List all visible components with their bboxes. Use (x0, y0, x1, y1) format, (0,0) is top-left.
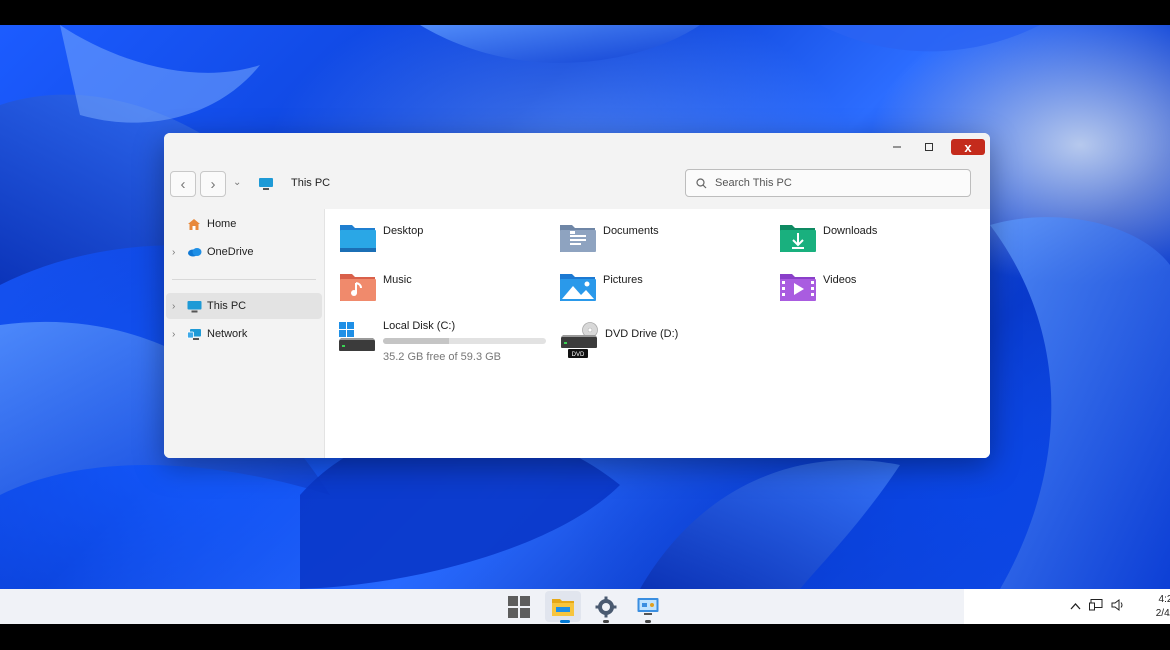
sidebar-item-onedrive[interactable]: › OneDrive (166, 239, 322, 265)
sidebar-item-label: Home (207, 218, 237, 230)
running-indicator (560, 620, 570, 623)
folder-videos[interactable]: Videos (779, 269, 856, 303)
running-indicator (645, 620, 651, 623)
sidebar-item-network[interactable]: › Network (166, 321, 322, 347)
chevron-up-icon[interactable] (1070, 601, 1081, 613)
home-icon (186, 216, 202, 232)
chevron-right-icon[interactable]: › (172, 301, 186, 312)
drive-free-space: 35.2 GB free of 59.3 GB (383, 351, 502, 363)
this-pc-icon (258, 177, 274, 196)
music-folder-icon (340, 274, 376, 301)
forward-button[interactable]: › (200, 171, 226, 197)
back-button[interactable]: ‹ (170, 171, 196, 197)
search-input[interactable]: Search This PC (715, 177, 792, 189)
control-panel-icon (637, 597, 659, 615)
taskbar-control-panel[interactable] (630, 591, 666, 623)
drive-local-disk-c[interactable]: Local Disk (C:) 35.2 GB free of 59.3 GB (337, 320, 546, 363)
recent-locations-dropdown[interactable]: ⌄ (233, 177, 241, 188)
chevron-right-icon: › (210, 175, 216, 193)
folder-downloads[interactable]: Downloads (779, 220, 877, 254)
volume-icon[interactable] (1111, 599, 1125, 614)
folder-documents[interactable]: Documents (559, 220, 659, 254)
maximize-icon (925, 143, 933, 151)
drive-dvd-d[interactable]: DVD DVD Drive (D:) (559, 322, 678, 362)
network-status-icon[interactable] (1089, 599, 1103, 614)
close-icon: x (964, 139, 972, 155)
search-icon (696, 177, 707, 188)
dvd-drive-icon: DVD (561, 322, 598, 358)
clock[interactable]: 4:20 2/4/2 (1138, 593, 1170, 621)
navigation-pane: Home › OneDrive › This PC › Network (164, 209, 325, 458)
content-pane: Desktop Documents Downloads Music Pictur… (325, 209, 990, 458)
disk-usage-bar (383, 338, 546, 344)
chevron-left-icon: ‹ (180, 175, 186, 193)
sidebar-item-home[interactable]: Home (166, 211, 322, 237)
chevron-right-icon[interactable]: › (172, 247, 186, 258)
start-button[interactable] (501, 591, 537, 622)
chevron-down-icon: ⌄ (233, 177, 242, 188)
dvd-badge: DVD (572, 352, 585, 358)
chevron-right-icon[interactable]: › (172, 329, 186, 340)
minimize-icon (893, 146, 901, 148)
folder-desktop[interactable]: Desktop (339, 220, 423, 254)
folder-label: Music (383, 274, 412, 286)
sidebar-item-label: This PC (207, 300, 247, 312)
pictures-folder-icon (560, 274, 596, 301)
taskbar: 4:20 2/4/2 (0, 589, 1170, 624)
address-toolbar: ‹ › ⌄ This PC Search This PC (164, 161, 990, 209)
settings-icon (595, 596, 617, 617)
search-box[interactable]: Search This PC (685, 169, 971, 197)
sidebar-item-this-pc[interactable]: › This PC (166, 293, 322, 319)
folder-label: Downloads (823, 225, 878, 237)
folder-pictures[interactable]: Pictures (559, 269, 643, 303)
local-disk-icon (339, 322, 375, 351)
running-indicator (603, 620, 609, 623)
taskbar-file-explorer[interactable] (545, 591, 581, 623)
folder-music[interactable]: Music (339, 269, 412, 303)
breadcrumb[interactable]: This PC (291, 177, 330, 189)
folder-label: Videos (823, 274, 857, 286)
onedrive-icon (186, 244, 202, 260)
file-explorer-window: x ‹ › ⌄ This PC Search This PC Home › On… (164, 133, 990, 458)
folder-label: Desktop (383, 225, 424, 237)
desktop-folder-icon (340, 225, 376, 252)
system-tray (1070, 599, 1125, 614)
taskbar-settings[interactable] (588, 591, 624, 623)
downloads-folder-icon (780, 225, 816, 252)
network-icon (186, 326, 202, 342)
maximize-button[interactable] (916, 139, 942, 155)
start-icon (508, 595, 530, 618)
screen-border (0, 624, 1170, 650)
documents-folder-icon (560, 225, 596, 252)
this-pc-icon (186, 298, 202, 314)
sidebar-item-label: OneDrive (207, 246, 254, 258)
sidebar-item-label: Network (207, 328, 248, 340)
close-button[interactable]: x (951, 139, 985, 155)
sidebar-divider (172, 279, 316, 280)
folder-label: Pictures (603, 274, 643, 286)
drive-label: DVD Drive (D:) (605, 328, 679, 340)
videos-folder-icon (780, 274, 816, 301)
title-bar[interactable]: x (164, 133, 990, 161)
disk-usage-fill (383, 338, 450, 344)
folder-label: Documents (603, 225, 659, 237)
minimize-button[interactable] (884, 139, 910, 155)
clock-time: 4:20 (1158, 594, 1170, 605)
clock-date: 2/4/2 (1155, 608, 1170, 619)
file-explorer-icon (552, 598, 574, 616)
drive-label: Local Disk (C:) (383, 320, 456, 332)
